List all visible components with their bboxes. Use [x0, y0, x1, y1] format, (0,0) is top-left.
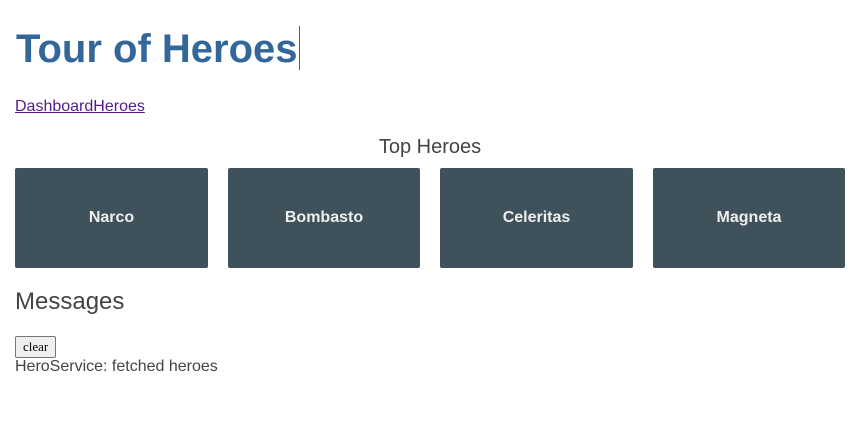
hero-card-name: Magneta	[716, 209, 782, 226]
messages-heading: Messages	[15, 288, 125, 315]
clear-messages-button[interactable]: clear	[15, 336, 57, 358]
hero-card-name: Celeritas	[502, 209, 571, 226]
text-caret	[298, 26, 300, 70]
app-title-text: Tour of Heroes	[16, 27, 298, 71]
nav-link-heroes[interactable]: Heroes	[93, 98, 145, 115]
nav-link-dashboard[interactable]: Dashboard	[15, 98, 93, 115]
hero-card-name: Narco	[88, 209, 135, 226]
message-item: HeroService: fetched heroes	[15, 358, 218, 375]
app-title: Tour of Heroes	[16, 26, 300, 72]
hero-card-celeritas[interactable]: Celeritas	[440, 168, 633, 268]
top-heroes-heading: Top Heroes	[378, 136, 482, 158]
hero-card-name: Bombasto	[284, 209, 364, 226]
hero-card-narco[interactable]: Narco	[15, 168, 208, 268]
hero-grid: Narco Bombasto Celeritas Magneta	[15, 168, 845, 268]
main-nav: DashboardHeroes	[15, 98, 145, 116]
hero-card-magneta[interactable]: Magneta	[653, 168, 845, 268]
hero-card-bombasto[interactable]: Bombasto	[228, 168, 420, 268]
